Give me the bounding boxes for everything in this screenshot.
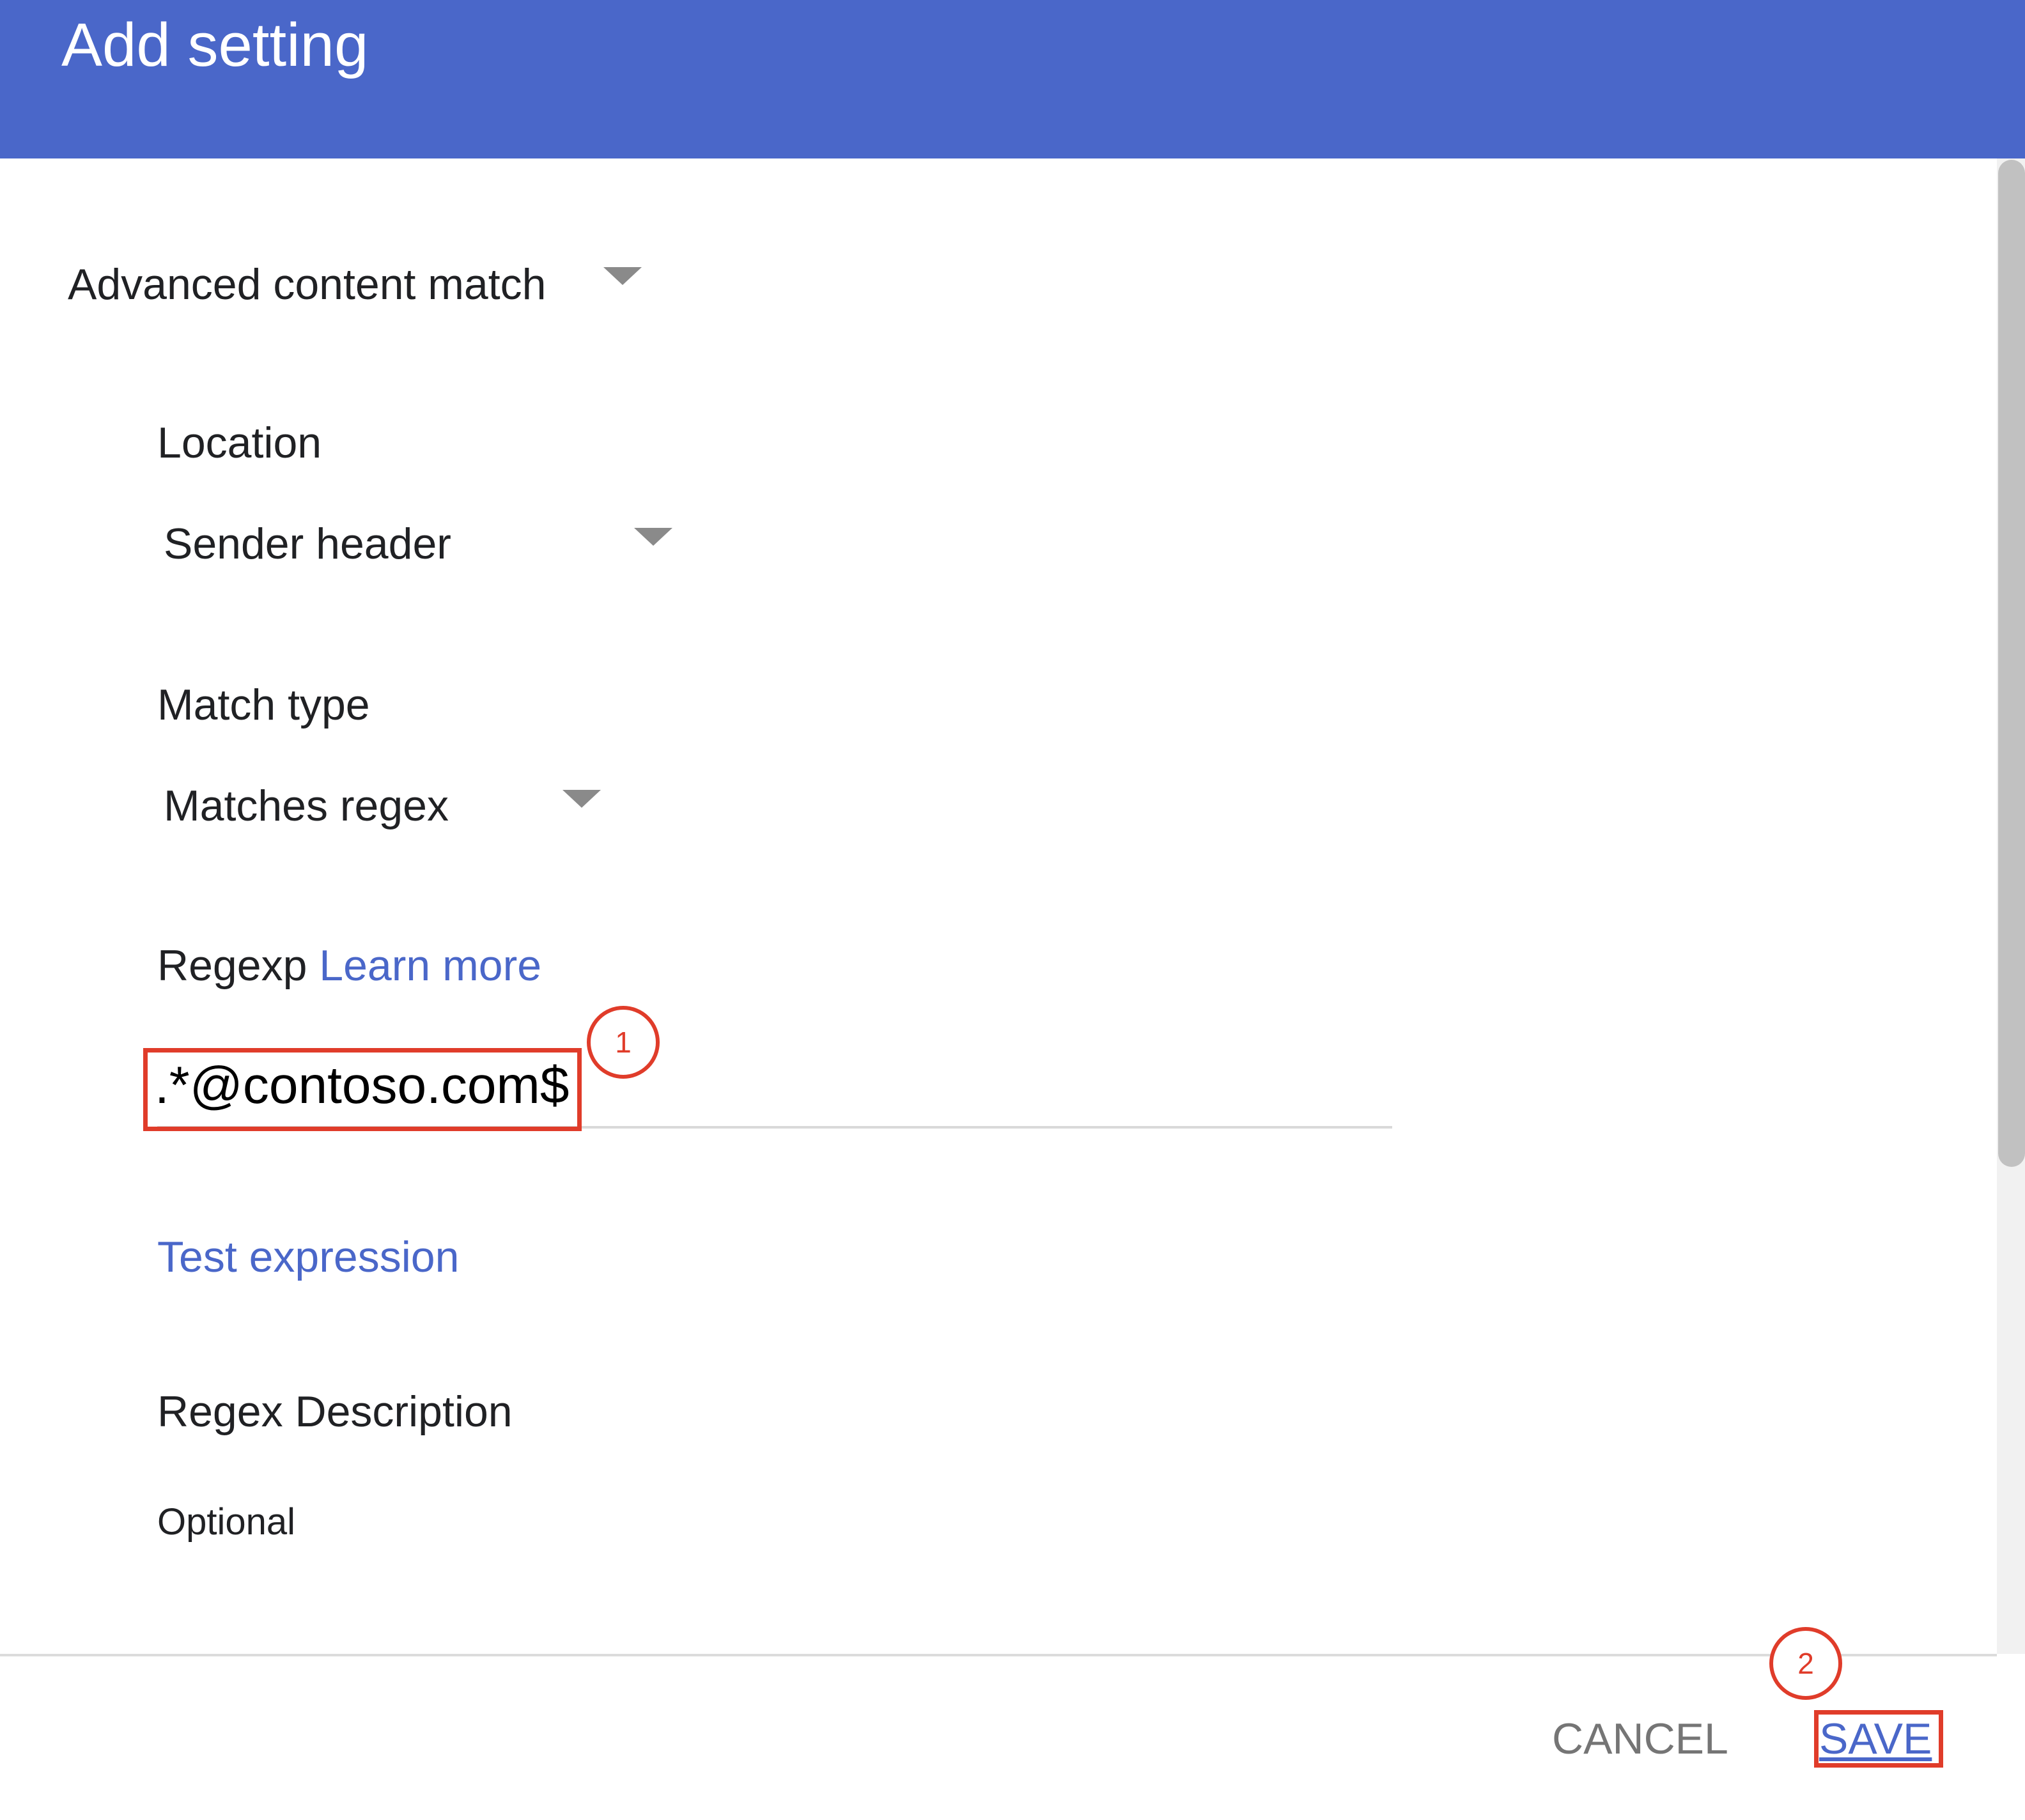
chevron-down-icon (603, 267, 642, 285)
learn-more-link[interactable]: Learn more (319, 941, 541, 990)
location-value: Sender header (164, 520, 451, 568)
highlight-box-save (1814, 1710, 1943, 1768)
regex-description-input[interactable]: Optional (157, 1497, 295, 1548)
match-type-label: Match type (157, 681, 370, 729)
regexp-label-row: Regexp Learn more (157, 937, 541, 994)
chevron-down-icon (634, 528, 672, 546)
regex-description-label: Regex Description (157, 1387, 513, 1436)
scrollbar-thumb[interactable] (1998, 160, 2025, 1167)
chevron-down-icon (562, 790, 601, 808)
add-setting-dialog: Add setting Advanced content match Locat… (0, 0, 2025, 1820)
location-label: Location (157, 419, 322, 467)
highlight-box-regexp (143, 1048, 582, 1131)
test-expression-link[interactable]: Test expression (157, 1228, 459, 1286)
match-type-value: Matches regex (164, 782, 449, 830)
dialog-title: Add setting (61, 11, 369, 79)
cancel-button[interactable]: CANCEL (1552, 1710, 1728, 1768)
regexp-label: Regexp (157, 941, 307, 990)
step-2-callout: 2 (1769, 1627, 1842, 1700)
dialog-header: Add setting (0, 0, 2025, 158)
step-1-callout: 1 (587, 1006, 660, 1079)
setting-type-value: Advanced content match (68, 260, 547, 309)
footer-divider (0, 1654, 1997, 1656)
